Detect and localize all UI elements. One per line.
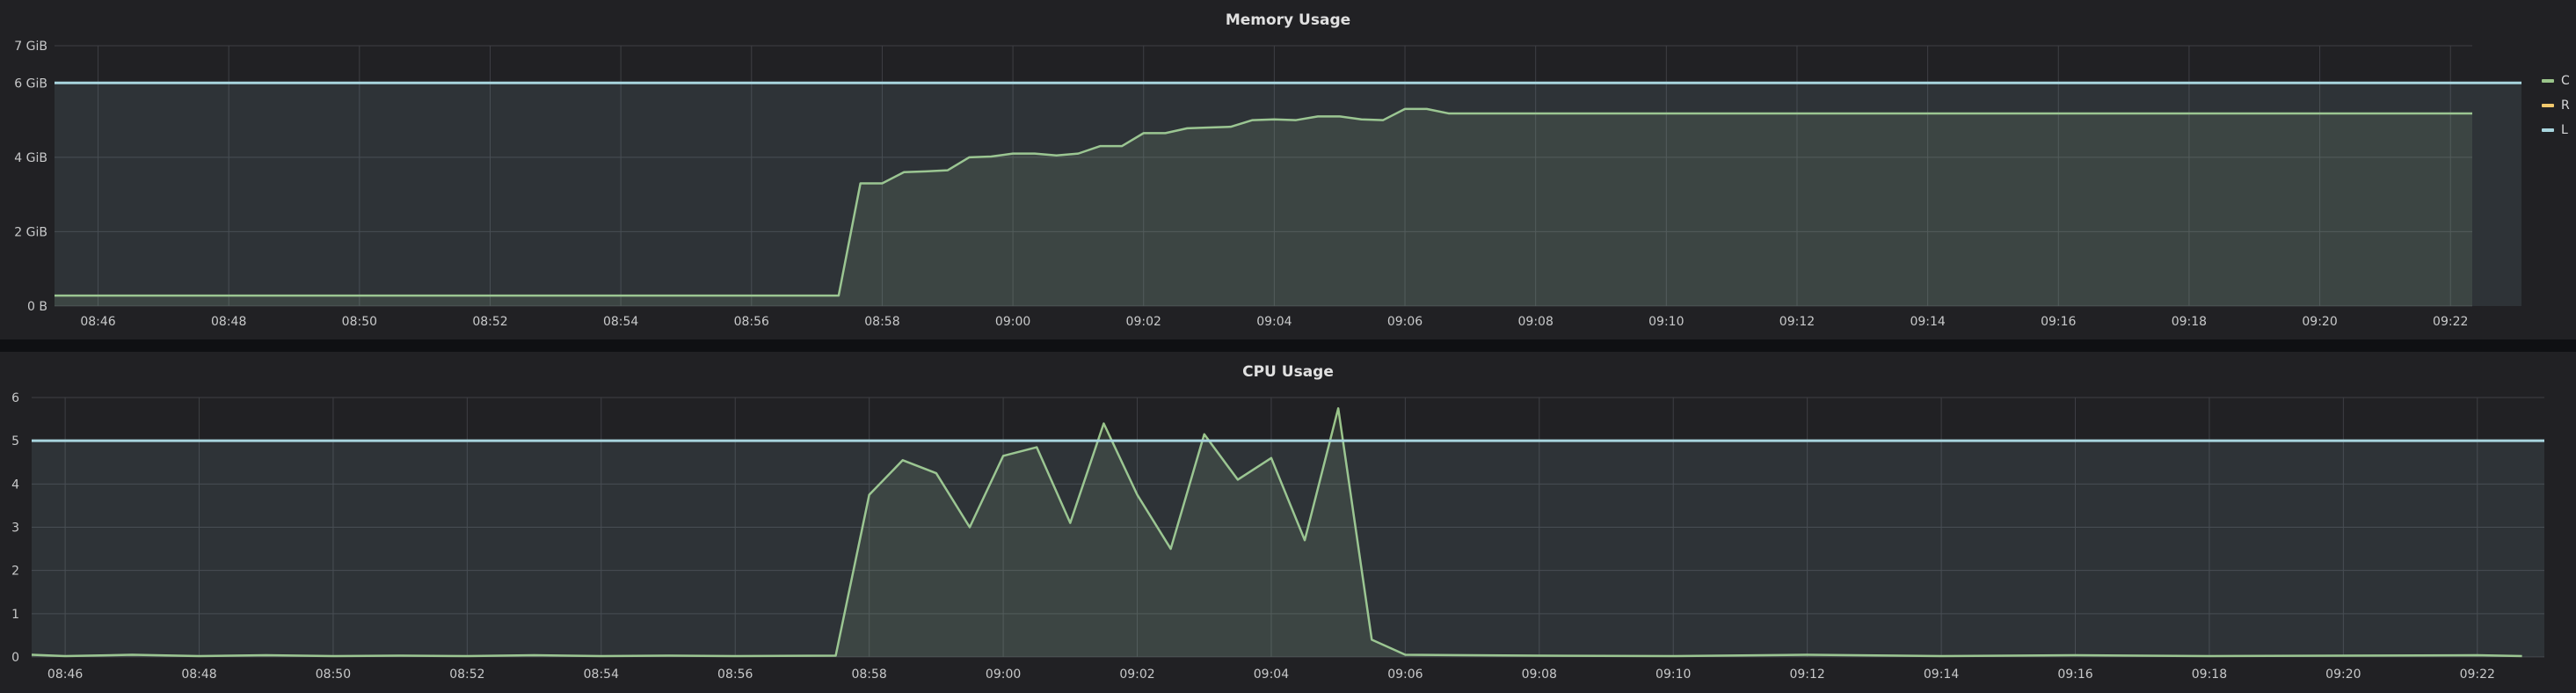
x-tick-label: 09:12 (1789, 667, 1824, 682)
x-tick-label: 09:20 (2325, 667, 2361, 682)
x-tick-label: 09:06 (1387, 667, 1423, 682)
legend: C R L (2542, 69, 2576, 142)
y-tick-label: 6 (11, 391, 19, 405)
x-tick-label: 09:12 (1779, 315, 1815, 329)
y-tick-label: 4 GiB (14, 151, 47, 165)
y-tick-label: 6 GiB (14, 77, 47, 91)
x-tick-label: 09:08 (1522, 667, 1557, 682)
y-tick-label: 7 GiB (14, 40, 47, 54)
x-tick-label: 09:20 (2302, 315, 2337, 329)
y-tick-label: 5 (11, 434, 19, 449)
y-tick-label: 2 (11, 565, 19, 579)
x-tick-label: 08:48 (181, 667, 216, 682)
legend-label: C (2561, 74, 2570, 88)
x-tick-label: 08:50 (316, 667, 351, 682)
x-tick-label: 08:56 (717, 667, 753, 682)
legend-label: R (2561, 98, 2570, 113)
x-tick-label: 09:06 (1387, 315, 1423, 329)
legend-label: L (2561, 123, 2568, 137)
y-tick-label: 0 (11, 651, 19, 665)
x-tick-label: 09:14 (1924, 667, 1959, 682)
cpu-usage-panel: CPU Usage 0 1 2 3 4 5 6 08:46 08:48 08:50 08:52 08:… (0, 352, 2576, 693)
legend-swatch (2542, 79, 2554, 83)
x-tick-label: 09:04 (1254, 667, 1289, 682)
x-tick-label: 09:02 (1126, 315, 1161, 329)
x-tick-label: 09:00 (986, 667, 1021, 682)
x-tick-label: 09:22 (2460, 667, 2495, 682)
cpu-usage-chart[interactable]: 0 1 2 3 4 5 6 08:46 08:48 08:50 08:52 08:54 08:56 08:… (0, 352, 2576, 693)
x-tick-label: 09:00 (995, 315, 1030, 329)
x-tick-label: 09:22 (2433, 315, 2468, 329)
y-tick-label: 3 (11, 522, 19, 536)
data-point[interactable] (1102, 422, 1105, 426)
legend-swatch (2542, 104, 2554, 107)
y-tick-label: 2 GiB (14, 225, 47, 239)
series-area-limits (55, 83, 2521, 307)
x-tick-label: 08:48 (211, 315, 246, 329)
y-tick-label: 1 (11, 608, 19, 622)
x-tick-label: 09:14 (1910, 315, 1945, 329)
x-tick-label: 08:50 (342, 315, 377, 329)
x-tick-label: 08:58 (851, 667, 886, 682)
x-tick-label: 09:02 (1119, 667, 1154, 682)
legend-item-limits[interactable]: L (2542, 118, 2576, 142)
memory-usage-panel: Memory Usage 0 B2 GiB 4 GiB 6 GiB 7 GiB 08:4… (0, 0, 2576, 339)
data-point[interactable] (1336, 406, 1340, 410)
x-tick-label: 09:04 (1256, 315, 1292, 329)
data-point[interactable] (1203, 433, 1206, 436)
x-tick-label: 08:54 (603, 315, 638, 329)
legend-swatch (2542, 128, 2554, 132)
x-tick-label: 09:10 (1655, 667, 1691, 682)
x-tick-label: 08:58 (864, 315, 899, 329)
x-tick-label: 08:54 (584, 667, 619, 682)
x-tick-label: 09:08 (1518, 315, 1554, 329)
legend-item-requests[interactable]: R (2542, 93, 2576, 118)
memory-usage-chart[interactable]: 0 B 2 GiB 4 GiB 6 GiB 7 GiB 08:46 08:48 08:50 08… (0, 0, 2576, 339)
x-tick-label: 09:10 (1648, 315, 1684, 329)
x-tick-label: 09:16 (2057, 667, 2092, 682)
legend-item-current[interactable]: C (2542, 69, 2576, 93)
y-tick-label: 0 B (27, 300, 47, 314)
x-tick-label: 08:46 (47, 667, 83, 682)
series-area-limits (32, 441, 2544, 657)
y-tick-label: 4 (11, 478, 19, 492)
x-tick-label: 09:16 (2041, 315, 2076, 329)
x-tick-label: 08:46 (80, 315, 115, 329)
x-tick-label: 08:56 (734, 315, 769, 329)
x-tick-label: 08:52 (472, 315, 507, 329)
x-tick-label: 09:18 (2192, 667, 2227, 682)
x-tick-label: 09:18 (2172, 315, 2207, 329)
x-tick-label: 08:52 (449, 667, 484, 682)
